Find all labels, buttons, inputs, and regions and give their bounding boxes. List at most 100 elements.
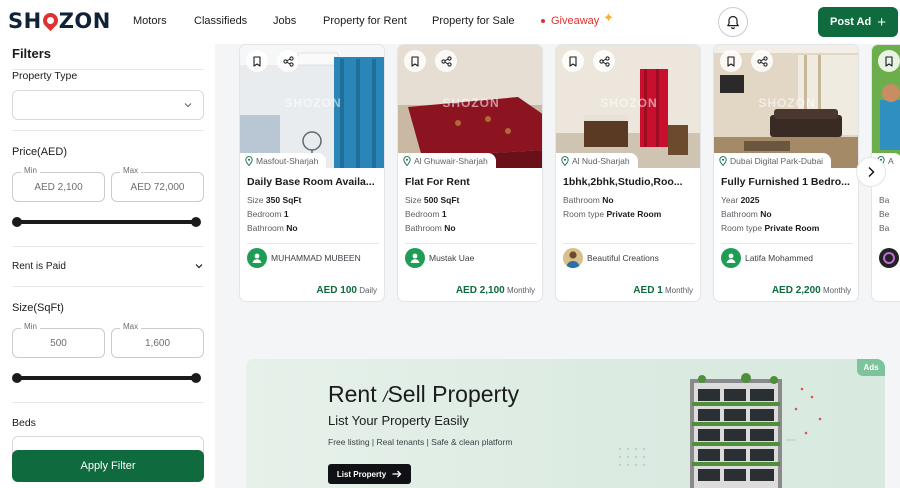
seller-info[interactable]: Latifa Mohammed [721,248,813,268]
listing-attribute: Bedroom 1 [405,209,447,219]
price-max-handle[interactable] [191,217,201,227]
seller-info[interactable]: Beautiful Creations [563,248,659,268]
apply-filter-button[interactable]: Apply Filter [12,450,204,482]
top-header: SH ZON Motors Classifieds Jobs Property f… [0,0,900,44]
listing-price: AED 2,100 Monthly [456,285,535,296]
bookmark-button[interactable] [404,50,426,72]
share-button[interactable] [593,50,615,72]
banner-subtitle: List Your Property Easily [328,413,469,428]
attribute-value: 1 [283,209,289,219]
share-button[interactable] [751,50,773,72]
notifications-button[interactable] [718,7,748,37]
location-pin-icon [39,9,61,31]
divider [405,243,537,244]
post-ad-button[interactable]: Post Ad + [818,7,898,37]
size-range-slider[interactable] [12,373,201,383]
filters-sidebar: Filters Property Type Price(AED) Min AED… [0,44,215,488]
nav-classifieds[interactable]: Classifieds [194,15,247,27]
seller-name: Latifa Mohammed [745,253,814,263]
banner-features: Free listing | Real tenants | Safe & cle… [328,437,513,447]
share-button[interactable] [435,50,457,72]
listing-attribute: Room type Private Room [563,209,661,219]
bookmark-button[interactable] [878,50,900,72]
location-pin-icon [403,155,411,166]
listing-title: 1bhk,2bhk,Studio,Roo... [563,176,683,188]
avatar [721,248,741,268]
nav-motors[interactable]: Motors [133,15,167,27]
bookmark-button[interactable] [720,50,742,72]
shozon-logo[interactable]: SH ZON [8,9,111,33]
nav-property-for-rent[interactable]: Property for Rent [323,15,407,27]
list-property-button[interactable]: List Property [328,464,411,484]
seller-info[interactable] [879,248,899,268]
location-text: Al Nud-Sharjah [572,155,630,166]
plus-icon: + [877,13,886,31]
banner-title: Rent /Sell Property [328,381,519,408]
nav-giveaway[interactable]: Giveaway [541,15,599,27]
attribute-value: 1 [441,209,447,219]
attribute-key: Size [247,195,264,205]
location-text: Masfout-Sharjah [256,155,319,166]
price-min-handle[interactable] [12,217,22,227]
seller-info[interactable]: Mustak Uae [405,248,474,268]
post-ad-label: Post Ad [830,16,872,28]
attribute-key: Room type [563,209,605,219]
attribute-value: 500 SqFt [423,195,460,205]
divider [721,243,853,244]
price-amount: AED 2,200 [771,285,821,296]
listing-attribute: Room type Private Room [721,223,819,233]
size-min-handle[interactable] [12,373,22,383]
price-min-input[interactable]: Min AED 2,100 [12,166,105,202]
nav-property-for-sale[interactable]: Property for Sale [432,15,515,27]
listing-attribute: Ba [879,223,889,233]
seller-name: Beautiful Creations [587,253,659,263]
listing-location: Dubai Digital Park-Dubai [714,153,832,168]
rent-is-paid-dropdown[interactable]: Rent is Paid [12,261,204,272]
share-button[interactable] [277,50,299,72]
price-min-caption: Min [21,166,40,175]
price-title: Price(AED) [12,146,68,158]
property-type-label: Property Type [12,70,78,82]
listing-location: Al Ghuwair-Sharjah [398,153,496,168]
price-max-input[interactable]: Max AED 72,000 [111,166,204,202]
listing-location: Masfout-Sharjah [240,153,327,168]
beds-label: Beds [12,417,36,429]
bookmark-icon [727,55,735,67]
ads-badge: Ads [857,359,885,376]
listing-attribute: Year 2025 [721,195,759,205]
listing-card[interactable]: SHOZON Al Nud-Sharjah 1bhk,2bhk,Studio,R… [555,44,701,302]
listing-attribute: Bathroom No [405,223,456,233]
location-pin-icon [245,155,253,166]
price-period: Monthly [822,286,851,295]
seller-name: Mustak Uae [429,253,475,263]
listing-attribute: Bedroom 1 [247,209,289,219]
listing-card[interactable]: SHOZON Al Ghuwair-Sharjah Flat For Rent … [397,44,543,302]
price-range-slider[interactable] [12,217,201,227]
watermark: SHOZON [442,96,500,110]
listing-price: AED 1 Monthly [633,285,693,296]
attribute-key: Year [721,195,739,205]
divider [247,243,379,244]
next-listings-button[interactable] [856,157,886,187]
chevron-down-icon [184,103,192,108]
seller-info[interactable]: MUHAMMAD MUBEEN [247,248,361,268]
size-min-input[interactable]: Min 500 [12,322,105,358]
listing-title: Fully Furnished 1 Bedro... [721,176,850,188]
listing-card[interactable]: SHOZON Masfout-Sharjah Daily Base Room A… [239,44,385,302]
size-max-input[interactable]: Max 1,600 [111,322,204,358]
promo-banner[interactable]: Ads Rent /Sell Property List Your Proper… [246,359,885,488]
listing-price: AED 100 Daily [316,285,377,296]
bookmark-button[interactable] [246,50,268,72]
listing-price: AED 2,200 Monthly [772,285,851,296]
listing-card[interactable]: SHOZON Dubai Digital Park-Dubai Fully Fu… [713,44,859,302]
giveaway-dot-icon [541,19,545,24]
nav-jobs[interactable]: Jobs [273,15,296,27]
attribute-value: No [760,209,772,219]
share-icon [440,55,452,67]
bookmark-button[interactable] [562,50,584,72]
listing-attribute: Size 350 SqFt [247,195,301,205]
attribute-key: Bedroom [405,209,440,219]
property-type-select[interactable] [12,90,204,120]
size-max-handle[interactable] [191,373,201,383]
attribute-value: No [286,223,298,233]
